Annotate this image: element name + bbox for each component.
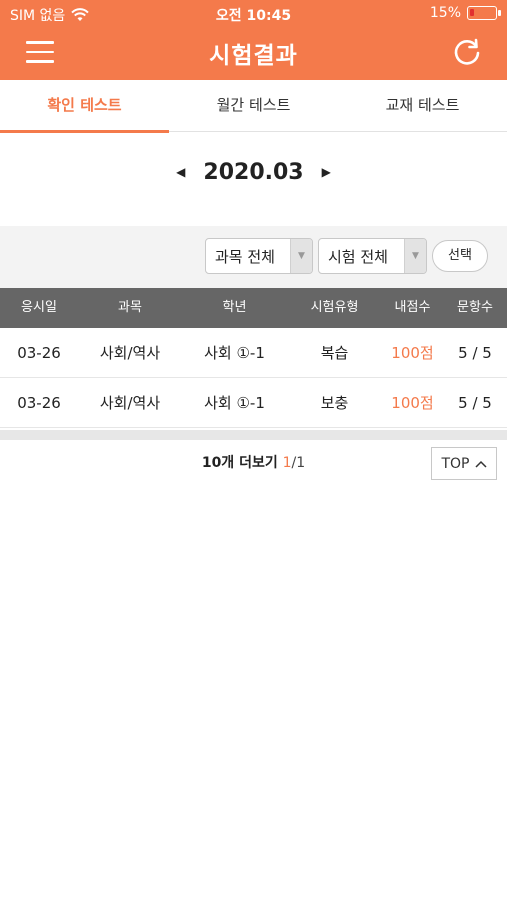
cell-score: 100점 [391,394,434,412]
tab-confirm-test[interactable]: 확인 테스트 [0,80,169,133]
cell-exam-type: 보충 [320,394,349,412]
cell-subject: 사회/역사 [99,394,161,412]
header-my-score: 내점수 [394,300,431,315]
chevron-down-icon: ▼ [290,239,312,273]
table-row[interactable]: 03-26 사회/역사 사회 ①-1 복습 100점 5 / 5 [0,328,507,378]
apply-filter-button[interactable]: 선택 [432,240,488,272]
page-current: 1 [282,455,292,471]
filter-bar: 과목 전체 ▼ 시험 전체 ▼ 선택 [0,226,507,288]
tab-textbook-test[interactable]: 교재 테스트 [338,80,507,132]
cell-date: 03-26 [17,394,61,412]
cell-grade: 사회 ①-1 [204,344,265,362]
section-divider [0,430,507,440]
subject-select[interactable]: 과목 전체 ▼ [205,238,313,274]
navigation-bar: 시험결과 [0,28,507,80]
current-month: 2020.03 [203,159,304,185]
page-total: 1 [296,455,306,471]
header-subject: 과목 [118,300,142,315]
status-right: 15% [429,5,501,21]
app-header-bar: SIM 없음 오전 10:45 15% 시험결과 [0,0,507,80]
test-type-tabs: 확인 테스트 월간 테스트 교재 테스트 [0,80,507,133]
cell-grade: 사회 ①-1 [204,394,265,412]
page-title: 시험결과 [209,43,298,69]
month-navigator: ◀ 2020.03 ▶ [0,150,507,194]
chevron-up-icon [474,460,487,468]
exam-select[interactable]: 시험 전체 ▼ [318,238,427,274]
load-more-label: 10개 더보기 [201,455,278,471]
refresh-icon[interactable] [451,37,483,69]
header-question-count: 문항수 [457,300,493,315]
header-exam-type: 시험유형 [310,300,359,315]
battery-level [470,9,474,16]
prev-month-icon[interactable]: ◀ [176,165,185,179]
table-row[interactable]: 03-26 사회/역사 사회 ①-1 보충 100점 5 / 5 [0,378,507,428]
results-table-header: 응시일 과목 학년 시험유형 내점수 문항수 [0,288,507,328]
cell-exam-type: 복습 [320,344,349,362]
chevron-down-icon: ▼ [404,239,426,273]
cell-question-count: 5 / 5 [458,394,492,412]
cell-score: 100점 [391,344,434,362]
exam-select-label: 시험 전체 [328,247,388,266]
subject-select-label: 과목 전체 [215,247,275,266]
cell-subject: 사회/역사 [99,344,161,362]
battery-icon [467,6,501,20]
tab-monthly-test[interactable]: 월간 테스트 [169,80,338,132]
top-label: TOP [441,455,470,472]
cell-date: 03-26 [17,344,61,362]
header-grade: 학년 [222,300,247,315]
header-date: 응시일 [21,300,57,315]
scroll-top-button[interactable]: TOP [431,447,497,480]
status-bar: SIM 없음 오전 10:45 15% [0,0,507,28]
next-month-icon[interactable]: ▶ [322,165,331,179]
cell-question-count: 5 / 5 [458,344,492,362]
battery-percent: 15% [429,5,461,21]
